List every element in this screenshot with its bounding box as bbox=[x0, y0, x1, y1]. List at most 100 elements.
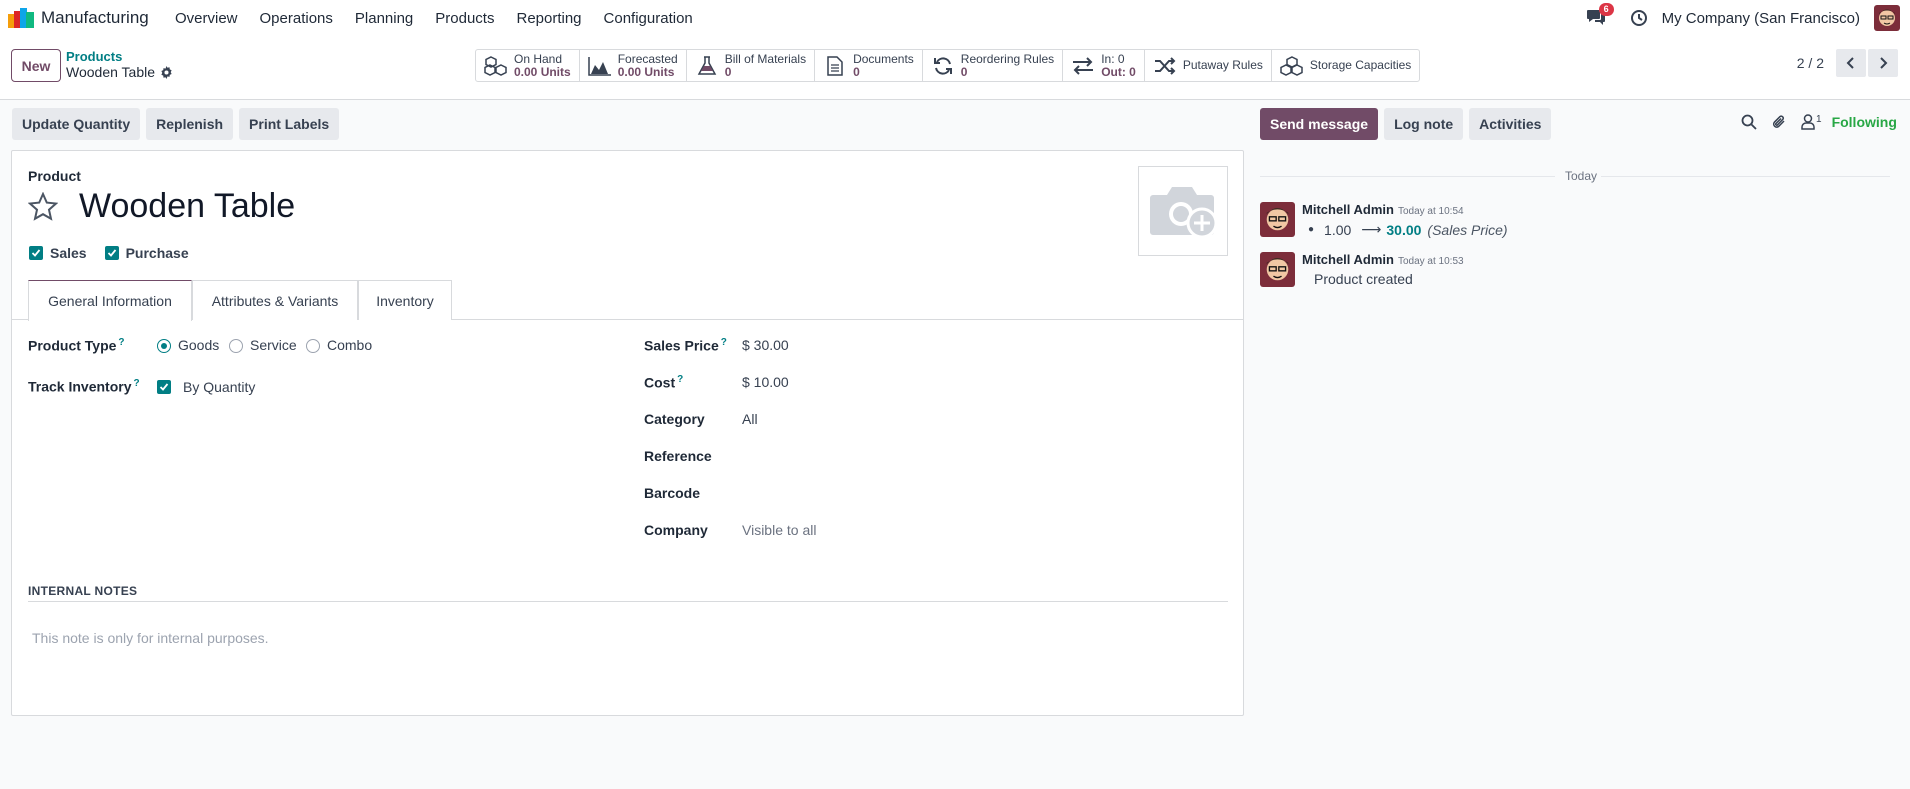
message-author-name[interactable]: Mitchell Admin bbox=[1302, 202, 1394, 217]
user-icon bbox=[1801, 114, 1815, 130]
menu-overview[interactable]: Overview bbox=[175, 10, 238, 27]
category-label: Category bbox=[644, 411, 705, 427]
menu-reporting[interactable]: Reporting bbox=[516, 10, 581, 27]
message-author-name[interactable]: Mitchell Admin bbox=[1302, 252, 1394, 267]
following-toggle[interactable]: Following bbox=[1832, 114, 1897, 130]
send-message-button[interactable]: Send message bbox=[1260, 108, 1379, 140]
company-switcher[interactable]: My Company (San Francisco) bbox=[1662, 10, 1860, 27]
product-type-label-text: Product Type bbox=[28, 337, 117, 354]
combo-radio[interactable] bbox=[306, 339, 320, 353]
manufacturing-app-icon[interactable] bbox=[8, 8, 35, 28]
user-avatar[interactable] bbox=[1874, 5, 1900, 31]
pager: 2 / 2 bbox=[1797, 49, 1898, 77]
breadcrumb-products-link[interactable]: Products bbox=[66, 49, 173, 64]
reordering-rules-value: 0 bbox=[960, 64, 968, 79]
purchase-checkbox[interactable] bbox=[104, 246, 119, 260]
tab-general-information[interactable]: General Information bbox=[28, 280, 192, 321]
goods-radio-label[interactable]: Goods bbox=[178, 337, 219, 353]
service-radio-label[interactable]: Service bbox=[250, 337, 297, 353]
product-image-upload[interactable] bbox=[1138, 166, 1228, 256]
bom-label: Bill of Materials bbox=[724, 51, 807, 66]
sales-checkbox[interactable] bbox=[29, 246, 43, 260]
gear-icon[interactable] bbox=[160, 66, 173, 79]
menu-products[interactable]: Products bbox=[435, 10, 494, 27]
breadcrumb-current: Wooden Table bbox=[66, 64, 173, 81]
menu-configuration[interactable]: Configuration bbox=[604, 10, 693, 27]
messaging-button[interactable]: 6 bbox=[1586, 3, 1614, 28]
barcode-label: Barcode bbox=[644, 485, 701, 501]
print-labels-button[interactable]: Print Labels bbox=[239, 108, 340, 140]
replenish-button[interactable]: Replenish bbox=[146, 108, 234, 140]
new-button[interactable]: New bbox=[11, 49, 61, 82]
top-navbar: Manufacturing Overview Operations Planni… bbox=[0, 0, 1910, 36]
area-chart-icon bbox=[587, 56, 611, 76]
help-icon[interactable]: ? bbox=[118, 337, 124, 348]
in-label: In: 0 bbox=[1101, 51, 1125, 66]
on-hand-value: 0.00 Units bbox=[514, 64, 571, 79]
menu-operations[interactable]: Operations bbox=[260, 10, 333, 27]
help-icon[interactable]: ? bbox=[721, 337, 727, 348]
putaway-rules-button[interactable]: Putaway Rules bbox=[1145, 50, 1272, 81]
documents-value: 0 bbox=[853, 64, 860, 79]
bullet-icon: ● bbox=[1308, 224, 1315, 235]
date-separator-label: Today bbox=[1561, 169, 1602, 183]
navbar-systray: 6 My Company (San Francisco) bbox=[1586, 0, 1910, 36]
cost-field[interactable]: $ 10.00 bbox=[742, 374, 789, 390]
check-icon bbox=[31, 249, 41, 257]
combo-radio-label[interactable]: Combo bbox=[327, 337, 372, 353]
control-panel: New Products Wooden Table On Hand 0.00 U… bbox=[0, 36, 1910, 100]
track-inventory-value[interactable]: By Quantity bbox=[183, 379, 255, 395]
cubes-icon bbox=[484, 55, 507, 76]
activities-button[interactable]: Activities bbox=[1469, 108, 1552, 140]
pager-next-button[interactable] bbox=[1868, 49, 1898, 77]
avatar[interactable] bbox=[1260, 252, 1295, 287]
bill-of-materials-button[interactable]: Bill of Materials 0 bbox=[687, 50, 816, 81]
exchange-icon bbox=[1073, 56, 1094, 75]
random-icon bbox=[1154, 56, 1176, 75]
form-tabs: General Information Attributes & Variant… bbox=[12, 280, 1243, 321]
storage-capacities-button[interactable]: Storage Capacities bbox=[1272, 50, 1419, 81]
internal-notes-field[interactable]: This note is only for internal purposes. bbox=[32, 630, 269, 646]
sales-label: Sales bbox=[50, 245, 87, 261]
refresh-icon bbox=[933, 56, 952, 75]
help-icon[interactable]: ? bbox=[677, 374, 683, 385]
pager-previous-button[interactable] bbox=[1836, 49, 1866, 77]
paperclip-icon[interactable] bbox=[1771, 114, 1787, 130]
star-icon[interactable] bbox=[28, 192, 58, 222]
message-time: Today at 10:53 bbox=[1397, 256, 1464, 267]
help-icon[interactable]: ? bbox=[134, 378, 140, 389]
camera-add-icon bbox=[1150, 187, 1218, 239]
log-note-button[interactable]: Log note bbox=[1384, 108, 1464, 140]
app-name[interactable]: Manufacturing bbox=[41, 8, 149, 28]
chevron-left-icon bbox=[1846, 57, 1854, 69]
sales-price-field[interactable]: $ 30.00 bbox=[742, 337, 789, 353]
product-name-field[interactable]: Wooden Table bbox=[79, 187, 295, 226]
search-icon[interactable] bbox=[1741, 114, 1757, 130]
tab-inventory[interactable]: Inventory bbox=[358, 280, 452, 320]
main-menu: Overview Operations Planning Products Re… bbox=[175, 0, 715, 36]
in-out-button[interactable]: In: 0 Out: 0 bbox=[1063, 50, 1145, 81]
category-field[interactable]: All bbox=[742, 411, 758, 427]
documents-button[interactable]: Documents 0 bbox=[815, 50, 923, 81]
message-author[interactable]: Mitchell Admin Today at 10:54 bbox=[1302, 202, 1464, 217]
update-quantity-button[interactable]: Update Quantity bbox=[12, 108, 141, 140]
tab-attributes-variants[interactable]: Attributes & Variants bbox=[192, 280, 358, 320]
service-radio[interactable] bbox=[229, 339, 243, 353]
chevron-right-icon bbox=[1880, 57, 1888, 69]
menu-planning[interactable]: Planning bbox=[355, 10, 413, 27]
old-value: 1.00 bbox=[1324, 221, 1352, 238]
goods-radio[interactable] bbox=[157, 339, 171, 353]
reordering-rules-button[interactable]: Reordering Rules 0 bbox=[923, 50, 1064, 81]
message-author[interactable]: Mitchell Admin Today at 10:53 bbox=[1302, 252, 1464, 267]
reference-label: Reference bbox=[644, 448, 712, 464]
track-inventory-checkbox[interactable] bbox=[157, 380, 171, 394]
company-field[interactable]: Visible to all bbox=[742, 522, 816, 538]
sales-price-label: Sales Price? bbox=[644, 337, 727, 354]
clock-icon[interactable] bbox=[1630, 9, 1648, 27]
avatar[interactable] bbox=[1260, 202, 1295, 237]
followers-button[interactable]: 1 bbox=[1801, 114, 1822, 130]
forecasted-button[interactable]: Forecasted 0.00 Units bbox=[580, 50, 687, 81]
on-hand-button[interactable]: On Hand 0.00 Units bbox=[476, 50, 580, 81]
tracking-change: ● 1.00 ⟶ 30.00 (Sales Price) bbox=[1302, 221, 1508, 238]
pager-value[interactable]: 2 / 2 bbox=[1797, 55, 1824, 71]
